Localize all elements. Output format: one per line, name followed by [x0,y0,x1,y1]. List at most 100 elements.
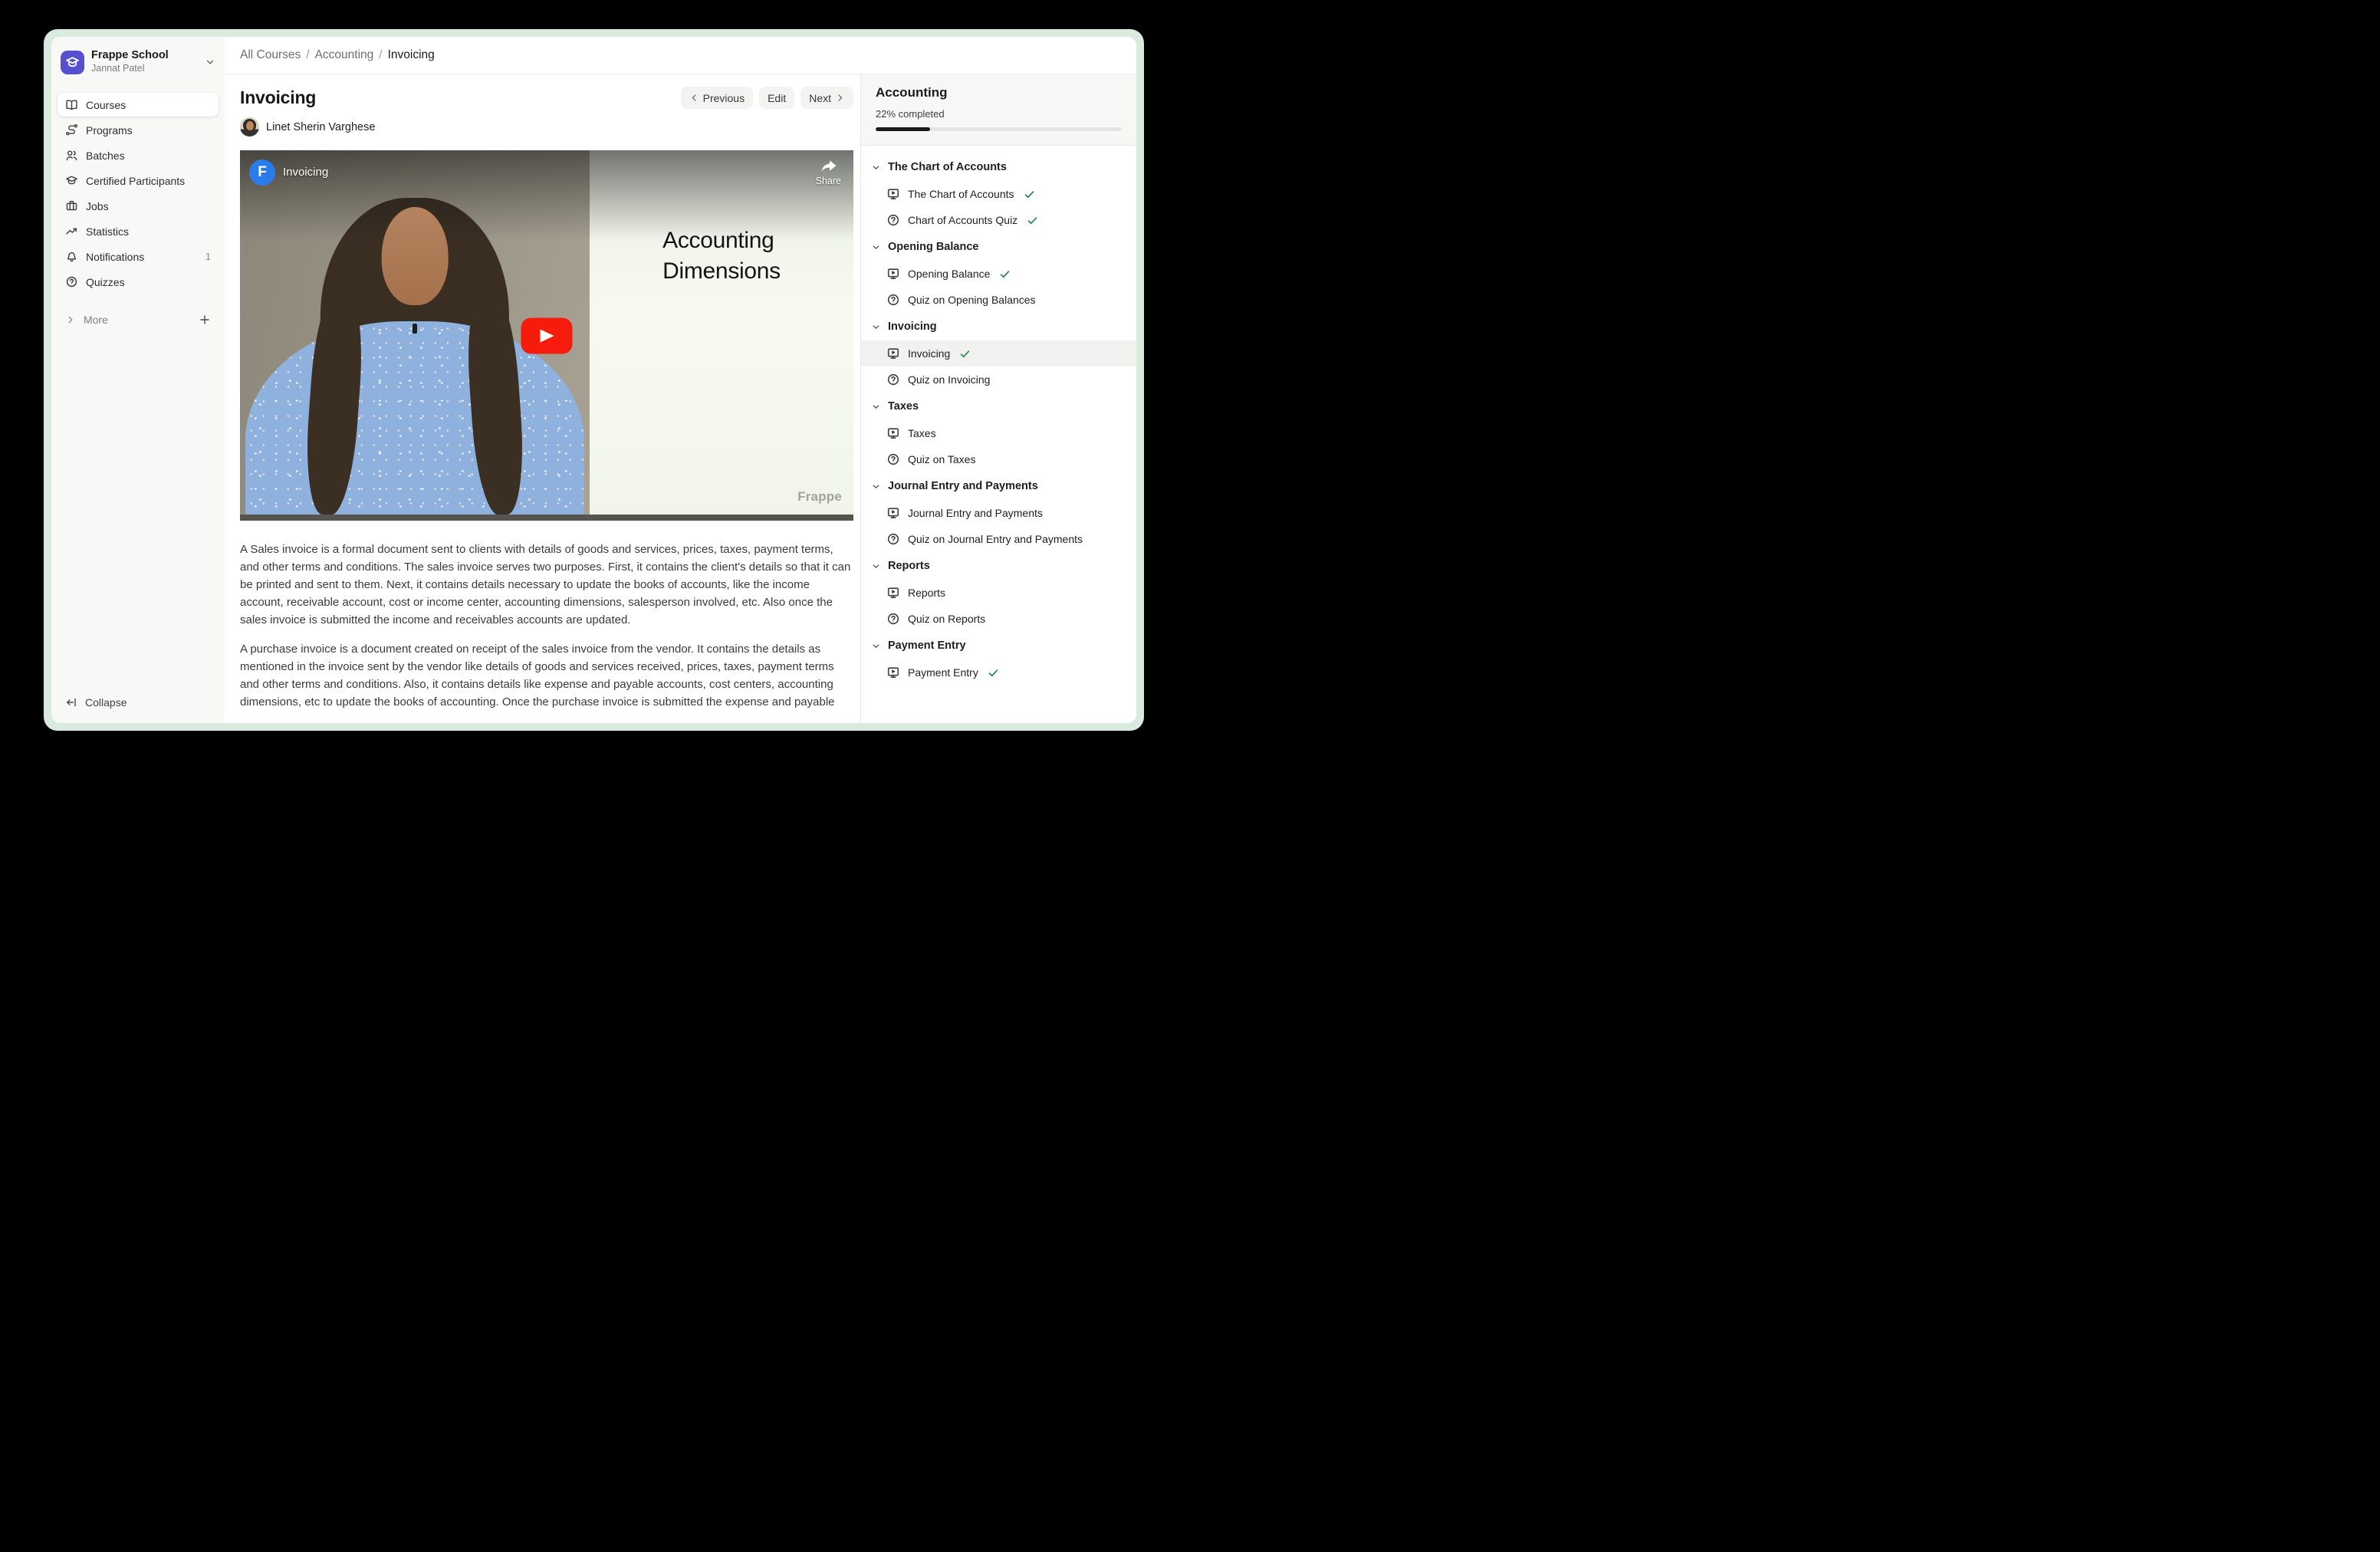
lesson-video-icon [886,187,900,201]
quiz-icon [886,373,900,386]
sidebar-item-jobs[interactable]: Jobs [58,194,219,218]
book-open-icon [65,98,78,111]
outline-item-journal-entry-and-payments[interactable]: Journal Entry and Payments [861,500,1136,526]
completed-check-icon [1027,215,1038,226]
completed-check-icon [988,667,999,679]
course-outline: Accounting 22% completed The Chart of Ac… [860,74,1136,723]
lesson-paragraph: A Sales invoice is a formal document sen… [240,541,853,630]
outline-item-invoicing[interactable]: Invoicing [861,340,1136,367]
breadcrumb-accounting[interactable]: Accounting [315,48,374,62]
main-column: All Courses / Accounting / Invoicing Inv… [225,37,1136,723]
lesson-video-icon [886,347,900,360]
collapse-button[interactable]: Collapse [58,691,219,715]
author-name: Linet Sherin Varghese [266,121,375,133]
sidebar-item-quizzes[interactable]: Quizzes [58,270,219,294]
sidebar-item-batches[interactable]: Batches [58,143,219,167]
quiz-icon [886,213,900,227]
quiz-icon [886,293,900,307]
outline-item-quiz-on-taxes[interactable]: Quiz on Taxes [861,446,1136,472]
lesson-video-icon [886,267,900,281]
sidebar-item-programs[interactable]: Programs [58,118,219,142]
outline-item-opening-balance[interactable]: Opening Balance [861,261,1136,287]
breadcrumb-separator: / [379,48,382,62]
users-icon [65,149,78,162]
progress-label: 22% completed [876,108,1122,120]
outline-section-payment-entry[interactable]: Payment Entry [861,632,1136,659]
more-label: More [84,314,108,326]
lesson-video-icon [886,506,900,520]
notification-count-badge: 1 [205,251,211,262]
share-icon [819,159,837,175]
user-name: Jannat Patel [91,63,169,75]
outline-list: The Chart of Accounts The Chart of Accou… [861,146,1136,723]
quiz-icon [886,532,900,546]
outline-section-journal-entry-and-payments[interactable]: Journal Entry and Payments [861,472,1136,500]
help-circle-icon [65,275,78,288]
author-avatar [240,117,259,136]
app-window: Frappe School Jannat Patel Courses Progr… [44,29,1144,731]
video-progress-strip[interactable] [240,515,853,521]
outline-section-invoicing[interactable]: Invoicing [861,313,1136,340]
outline-section-taxes[interactable]: Taxes [861,393,1136,420]
outline-item-quiz-on-opening-balances[interactable]: Quiz on Opening Balances [861,287,1136,313]
breadcrumb: All Courses / Accounting / Invoicing [240,48,435,62]
lesson-video-icon [886,426,900,440]
outline-section-reports[interactable]: Reports [861,552,1136,580]
outline-item-taxes[interactable]: Taxes [861,420,1136,446]
completed-check-icon [999,268,1011,280]
graduation-cap-icon [65,174,78,187]
share-button[interactable]: Share [816,159,841,186]
progress-fill [876,127,930,131]
collapse-sidebar-icon [65,696,77,709]
breadcrumb-separator: / [306,48,309,62]
completed-check-icon [1024,189,1035,200]
outline-item-quiz-on-invoicing[interactable]: Quiz on Invoicing [861,367,1136,393]
plus-icon[interactable] [199,314,211,326]
sidebar-item-certified-participants[interactable]: Certified Participants [58,169,219,192]
quiz-icon [886,452,900,466]
outline-item-quiz-on-reports[interactable]: Quiz on Reports [861,606,1136,632]
author: Linet Sherin Varghese [240,117,853,136]
chevron-down-icon [871,482,881,492]
sidebar-item-statistics[interactable]: Statistics [58,219,219,243]
workspace-switcher[interactable]: Frappe School Jannat Patel [61,49,215,75]
lesson-video-icon [886,586,900,600]
outline-item-reports[interactable]: Reports [861,580,1136,606]
chevron-right-icon [65,314,76,325]
video-player[interactable]: Accounting Dimensions F Invoicing Share [240,150,853,521]
lesson-body: A Sales invoice is a formal document sen… [240,541,853,711]
outline-item-chart-of-accounts-quiz[interactable]: Chart of Accounts Quiz [861,207,1136,233]
trending-up-icon [65,225,78,238]
sidebar-nav: Courses Programs Batches Certified Parti… [58,92,219,294]
sidebar-item-courses[interactable]: Courses [58,93,219,117]
lesson-paragraph: A purchase invoice is a document created… [240,641,853,712]
chevron-right-icon [835,93,845,103]
bell-icon [65,250,78,263]
sidebar-item-notifications[interactable]: Notifications 1 [58,245,219,268]
sidebar-item-more[interactable]: More [58,308,219,331]
next-button[interactable]: Next [800,87,853,109]
previous-button[interactable]: Previous [681,87,753,109]
breadcrumb-all-courses[interactable]: All Courses [240,48,301,62]
outline-header: Accounting 22% completed [861,74,1136,146]
completed-check-icon [959,348,971,360]
channel-avatar[interactable]: F [249,159,275,186]
outline-section-the-chart-of-accounts[interactable]: The Chart of Accounts [861,153,1136,181]
quiz-icon [886,612,900,626]
school-name: Frappe School [91,49,169,62]
frappe-watermark: Frappe [797,489,842,505]
chevron-down-icon [871,163,881,173]
outline-section-opening-balance[interactable]: Opening Balance [861,233,1136,261]
topbar: All Courses / Accounting / Invoicing [225,37,1136,74]
chevron-down-icon [871,641,881,651]
chevron-down-icon [871,402,881,412]
outline-item-payment-entry[interactable]: Payment Entry [861,659,1136,686]
outline-item-quiz-on-journal-entry-and-payments[interactable]: Quiz on Journal Entry and Payments [861,526,1136,552]
briefcase-icon [65,199,78,212]
programs-icon [65,123,78,136]
play-button[interactable] [521,317,573,353]
edit-button[interactable]: Edit [759,87,794,109]
lesson-content: Invoicing Previous Edit [225,74,860,723]
outline-item-the-chart-of-accounts[interactable]: The Chart of Accounts [861,181,1136,207]
course-title: Accounting [876,85,1122,100]
